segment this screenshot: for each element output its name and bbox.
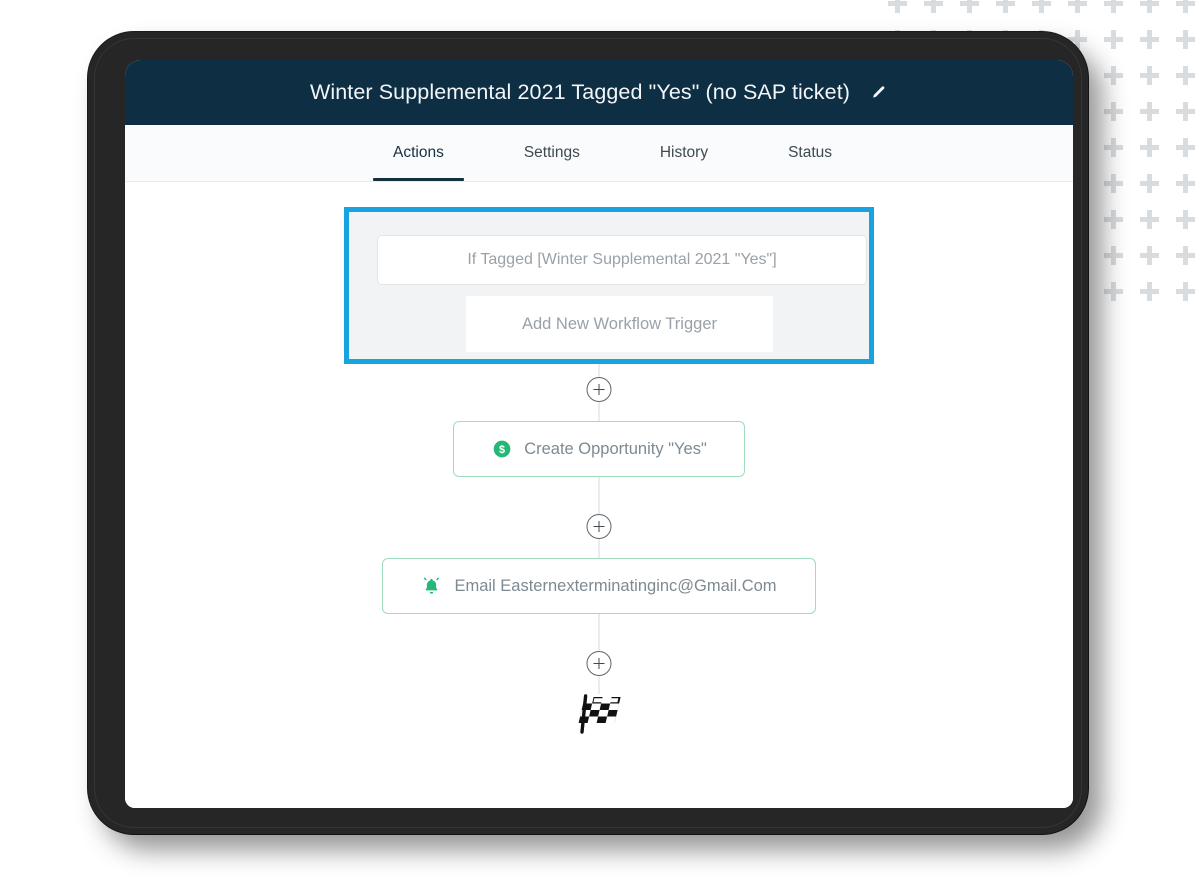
action-label: Create Opportunity "Yes" <box>524 439 707 458</box>
dollar-circle-icon: $ <box>491 439 512 460</box>
plus-pattern-dot <box>1176 282 1195 301</box>
plus-pattern-dot <box>1176 0 1195 13</box>
plus-pattern-dot <box>1140 102 1159 121</box>
tab-label: History <box>659 144 709 161</box>
plus-pattern-dot <box>1104 210 1123 229</box>
tab-bar: Actions Settings History Status <box>125 125 1073 182</box>
plus-pattern-dot <box>1104 138 1123 157</box>
action-label: Email Easternexterminatinginc@Gmail.Com <box>454 576 777 595</box>
tab-settings[interactable]: Settings <box>502 125 602 181</box>
device-frame: Winter Supplemental 2021 Tagged "Yes" (n… <box>88 32 1088 834</box>
plus-pattern-dot <box>1104 30 1123 49</box>
tab-history[interactable]: History <box>638 125 730 181</box>
plus-pattern-dot <box>1140 30 1159 49</box>
plus-pattern-dot <box>1032 0 1051 13</box>
app-header: Winter Supplemental 2021 Tagged "Yes" (n… <box>125 60 1073 125</box>
workflow-trigger-node[interactable]: If Tagged [Winter Supplemental 2021 "Yes… <box>377 235 867 285</box>
device-screen: Winter Supplemental 2021 Tagged "Yes" (n… <box>125 60 1073 808</box>
plus-pattern-dot <box>1140 174 1159 193</box>
plus-pattern-dot <box>1176 174 1195 193</box>
page-title: Winter Supplemental 2021 Tagged "Yes" (n… <box>309 80 851 104</box>
plus-pattern-dot <box>960 0 979 13</box>
tab-actions[interactable]: Actions <box>371 125 466 181</box>
tab-label: Status <box>788 144 833 161</box>
plus-pattern-dot <box>1140 0 1159 13</box>
bell-icon <box>421 576 442 597</box>
plus-pattern-dot <box>1104 282 1123 301</box>
plus-pattern-dot <box>1140 66 1159 85</box>
plus-circle-icon[interactable] <box>586 651 612 676</box>
connector-line <box>598 477 600 516</box>
tab-label: Settings <box>523 144 580 161</box>
plus-pattern-dot <box>1104 174 1123 193</box>
plus-pattern-dot <box>1104 0 1123 13</box>
checkered-flag-icon <box>571 690 627 736</box>
plus-pattern-dot <box>1176 102 1195 121</box>
plus-pattern-dot <box>1140 138 1159 157</box>
plus-pattern-dot <box>1140 282 1159 301</box>
add-trigger-label: Add New Workflow Trigger <box>521 314 717 333</box>
trigger-group-highlight[interactable]: If Tagged [Winter Supplemental 2021 "Yes… <box>344 207 874 364</box>
trigger-label: If Tagged [Winter Supplemental 2021 "Yes… <box>467 251 777 268</box>
tab-label: Actions <box>393 144 444 161</box>
plus-pattern-dot <box>1176 30 1195 49</box>
plus-circle-icon[interactable] <box>586 377 612 402</box>
plus-pattern-dot <box>1104 246 1123 265</box>
plus-pattern-dot <box>1176 246 1195 265</box>
plus-pattern-dot <box>1104 66 1123 85</box>
connector-line <box>598 614 600 653</box>
plus-pattern-dot <box>1176 138 1195 157</box>
plus-pattern-dot <box>1176 210 1195 229</box>
plus-pattern-dot <box>1140 246 1159 265</box>
action-node-create-opportunity[interactable]: $ Create Opportunity "Yes" <box>453 421 745 477</box>
svg-text:$: $ <box>499 444 505 456</box>
plus-pattern-dot <box>1140 210 1159 229</box>
pencil-icon[interactable] <box>868 83 888 103</box>
plus-pattern-dot <box>1176 66 1195 85</box>
plus-pattern-dot <box>924 0 943 13</box>
workflow-canvas: If Tagged [Winter Supplemental 2021 "Yes… <box>125 182 1073 808</box>
add-new-workflow-trigger-button[interactable]: Add New Workflow Trigger <box>466 296 773 352</box>
plus-pattern-dot <box>996 0 1015 13</box>
plus-circle-icon[interactable] <box>586 514 612 539</box>
plus-pattern-dot <box>1104 102 1123 121</box>
plus-pattern-dot <box>888 0 907 13</box>
plus-pattern-dot <box>1068 0 1087 13</box>
action-node-email[interactable]: Email Easternexterminatinginc@Gmail.Com <box>382 558 816 614</box>
tab-status[interactable]: Status <box>766 125 854 181</box>
